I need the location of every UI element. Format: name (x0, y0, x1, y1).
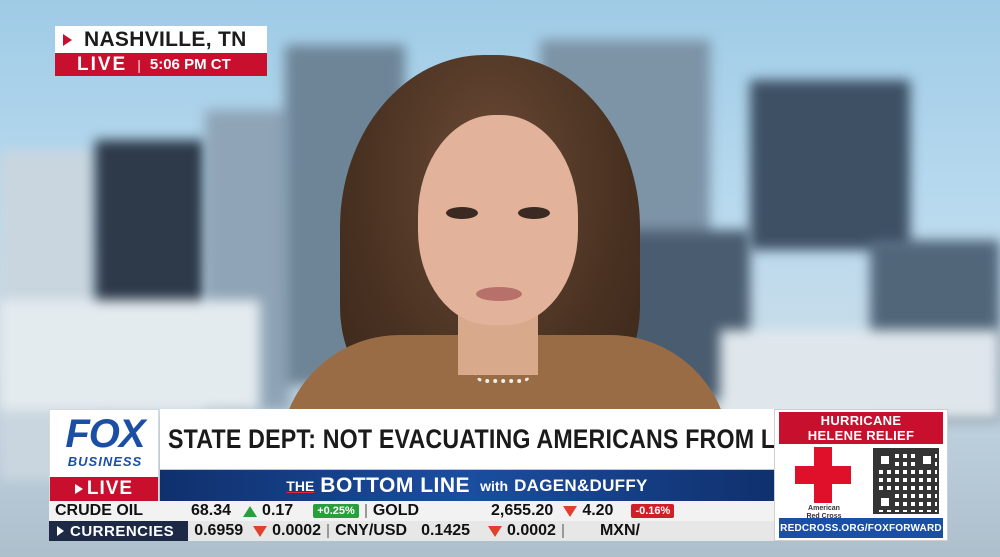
crude-oil-pct: +0.25% (313, 504, 359, 518)
live-badge: LIVE (50, 477, 158, 501)
show-with: with (480, 477, 509, 494)
currency-pair-value: 0.1425 (421, 522, 471, 539)
promo-title-line1: HURRICANE (820, 413, 902, 428)
crude-oil-change: 0.17 (262, 502, 294, 519)
gold-value: 2,655.20 (491, 502, 554, 519)
fox-business-logo: FOX BUSINESS LIVE (49, 409, 159, 501)
location-live-label: LIVE (77, 53, 128, 75)
currency-next-label: MXN/ (599, 522, 640, 539)
promo-url[interactable]: REDCROSS.ORG/FOXFORWARD (779, 518, 943, 538)
play-triangle-icon (74, 484, 83, 494)
currencies-ticker: CURRENCIES 0.6959 0.0002 CNY/USD 0.1425 … (49, 521, 774, 541)
presenter-eye (518, 207, 550, 219)
play-triangle-icon (63, 33, 72, 46)
currency-pair-change: 0.0002 (507, 522, 556, 539)
location-top: NASHVILLE, TN (55, 26, 267, 53)
skyline-building (720, 330, 1000, 420)
currency-pair-label: CNY/USD (335, 522, 408, 539)
red-cross-org-line1: American (808, 505, 840, 512)
show-hosts: DAGEN&DUFFY (514, 475, 648, 495)
show-title-bar: THE BOTTOM LINE with DAGEN&DUFFY (160, 470, 774, 501)
location-bug: NASHVILLE, TN LIVE | 5:06 PM CT (55, 26, 267, 76)
divider (364, 504, 367, 518)
headline-bar: STATE DEPT: NOT EVACUATING AMERICANS FRO… (160, 409, 877, 469)
show-prefix: THE (286, 477, 315, 494)
qr-finder (919, 452, 935, 468)
divider (327, 524, 330, 538)
arrow-up-icon (243, 505, 258, 517)
arrow-down-icon (488, 525, 503, 537)
promo-title-line2: HELENE RELIEF (807, 428, 915, 443)
presenter-lips (476, 287, 522, 301)
qr-finder (877, 452, 893, 468)
location-bottom: LIVE | 5:06 PM CT (55, 53, 267, 76)
logo-sub: BUSINESS (67, 454, 143, 469)
currencies-label: CURRENCIES (70, 522, 175, 540)
pearl-necklace (475, 373, 531, 383)
promo-title: HURRICANE HELENE RELIEF (779, 412, 943, 444)
arrow-down-icon (563, 505, 578, 517)
divider (561, 524, 564, 538)
hurricane-relief-promo: HURRICANE HELENE RELIEF American Red Cro… (774, 409, 948, 541)
arrow-down-icon (253, 525, 268, 537)
crude-oil-label: CRUDE OIL (55, 502, 143, 519)
qr-code-icon[interactable] (873, 448, 939, 514)
skyline-building (750, 80, 910, 250)
play-triangle-icon (57, 526, 64, 536)
crude-oil-value: 68.34 (191, 502, 232, 519)
currencies-label-box: CURRENCIES (49, 521, 189, 541)
live-badge-label: LIVE (86, 478, 134, 499)
commodities-ticker: CRUDE OIL 68.34 0.17 +0.25% GOLD 2,655.2… (49, 501, 774, 521)
currency-change: 0.0002 (272, 522, 322, 539)
gold-label: GOLD (372, 502, 420, 519)
gold-change: 4.20 (582, 502, 614, 519)
location-time: 5:06 PM CT (149, 56, 231, 73)
divider: | (137, 56, 141, 73)
location-city: NASHVILLE, TN (84, 27, 247, 51)
qr-finder (877, 494, 893, 510)
currency-value: 0.6959 (194, 522, 244, 539)
red-cross-icon (795, 466, 851, 484)
headline-text: STATE DEPT: NOT EVACUATING AMERICANS FRO… (168, 423, 877, 454)
presenter-face (418, 115, 578, 325)
presenter (270, 45, 740, 465)
presenter-eye (446, 207, 478, 219)
skyline-building (0, 300, 260, 410)
gold-pct: -0.16% (631, 504, 675, 518)
show-name: BOTTOM LINE (320, 473, 471, 497)
logo-main: FOX (65, 412, 145, 456)
